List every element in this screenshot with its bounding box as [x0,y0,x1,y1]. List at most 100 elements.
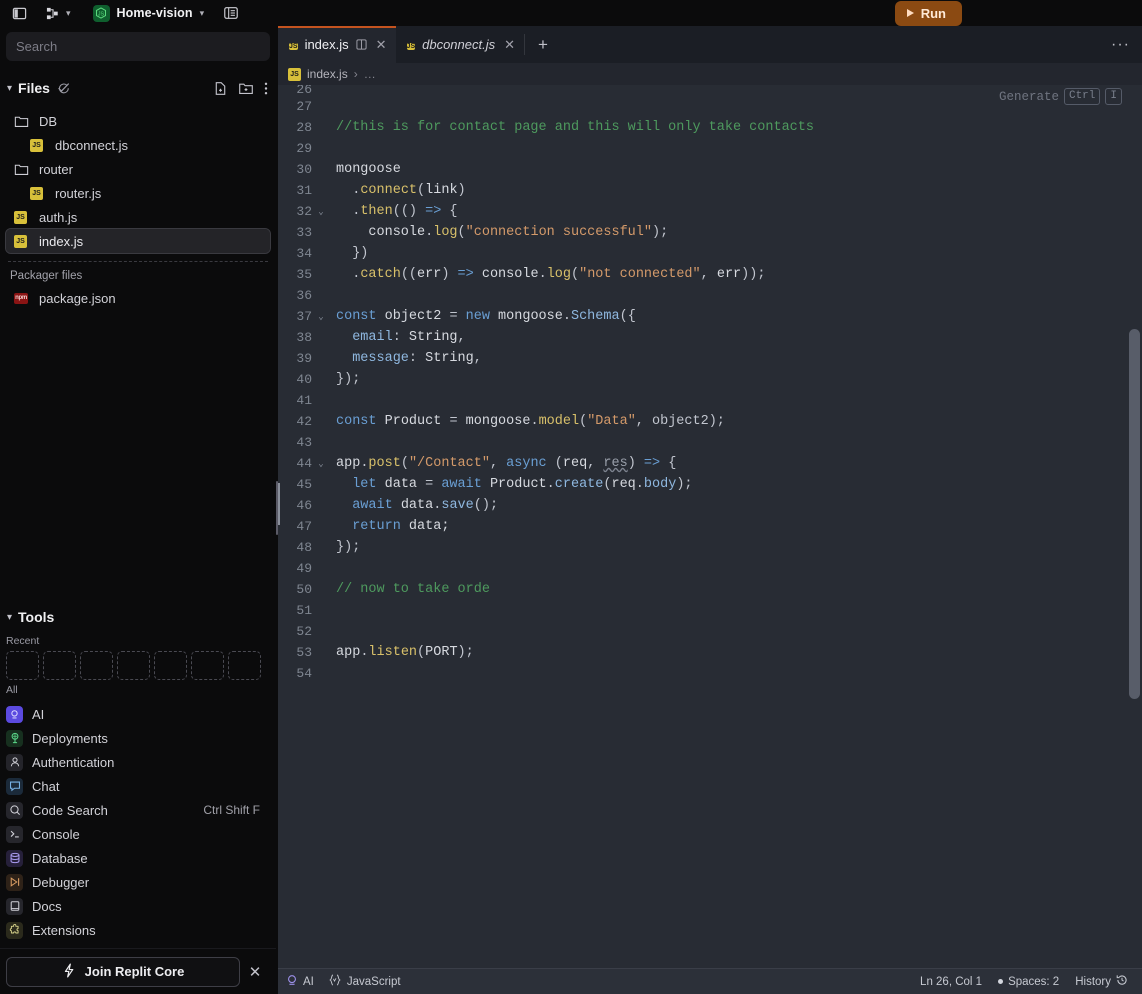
fold-chevron-icon[interactable]: ⌄ [314,459,328,469]
layout-grid-icon[interactable] [42,3,64,23]
packager-file-label: package.json [39,290,116,306]
editor-tab-dbconnect-js[interactable]: JS dbconnect.js ✕ [396,26,524,63]
file-tree-item-index-js[interactable]: JS index.js [5,228,271,254]
code-line[interactable]: 51 [278,600,1142,621]
run-button[interactable]: Run [894,0,962,26]
packager-files-label: Packager files [10,270,83,282]
file-tree-item-label: router [39,161,73,177]
packager-file-item[interactable]: npm package.json [6,286,270,310]
code-line[interactable]: 43 [278,432,1142,453]
code-line[interactable]: 53 app.listen(PORT); [278,642,1142,663]
search-input[interactable] [16,39,260,54]
code-line[interactable]: 54 [278,663,1142,684]
split-editor-icon[interactable] [356,39,367,50]
breadcrumb-file[interactable]: index.js [307,67,348,81]
status-indent[interactable]: Spaces: 2 [998,976,1059,988]
file-tree-item-router[interactable]: router [6,157,270,181]
chat-icon [6,777,23,795]
fold-chevron-icon[interactable]: ⌄ [314,207,328,217]
code-line[interactable]: 49 [278,558,1142,579]
status-language-button[interactable]: JavaScript [328,974,401,989]
file-tree-item-auth-js[interactable]: JS auth.js [6,205,270,229]
tool-item-docs[interactable]: Docs [0,894,276,918]
new-tab-button[interactable]: + [525,26,561,63]
code-line[interactable]: 52 [278,621,1142,642]
code-line[interactable]: 32 ⌄ .then(() => { [278,201,1142,222]
database-list-icon[interactable] [220,3,242,23]
code-line[interactable]: 40}); [278,369,1142,390]
code-line[interactable]: 34 }) [278,243,1142,264]
project-selector[interactable]: JS Home-vision ▾ [92,4,205,22]
npm-package-icon: npm [14,292,34,304]
recent-tool-slot[interactable] [154,651,187,680]
code-line[interactable]: 41 [278,390,1142,411]
tool-item-deployments[interactable]: Deployments [0,726,276,750]
search-box[interactable] [6,32,270,61]
database-icon [6,849,23,867]
tool-item-chat[interactable]: Chat [0,774,276,798]
code-line[interactable]: 42 const Product = mongoose.model("Data",… [278,411,1142,432]
editor-more-menu-icon[interactable]: ··· [1099,26,1142,63]
file-tree: DB JS dbconnect.js router JS router.js JS auth.… [0,109,276,254]
editor-vertical-scrollbar[interactable] [1129,329,1140,699]
code-line[interactable]: 38 email: String, [278,327,1142,348]
file-tree-item-router-js[interactable]: JS router.js [6,181,270,205]
recent-tool-slot[interactable] [6,651,39,680]
code-line[interactable]: 30 mongoose [278,159,1142,180]
close-icon[interactable]: ✕ [376,37,387,53]
code-line[interactable]: 46 await data.save(); [278,495,1142,516]
code-line[interactable]: 35 .catch((err) => console.log("not conn… [278,264,1142,285]
code-line[interactable]: 29 [278,138,1142,159]
code-line-text: let data = await Product.create(req.body… [352,477,693,492]
code-editor[interactable]: Generate Ctrl I 26 27 28 //this is for cont… [278,85,1142,968]
recent-tool-slot[interactable] [228,651,261,680]
code-line[interactable]: 50 // now to take orde [278,579,1142,600]
code-line[interactable]: 47 return data; [278,516,1142,537]
tool-item-authentication[interactable]: Authentication [0,750,276,774]
code-line[interactable]: 48}); [278,537,1142,558]
code-line[interactable]: 45 let data = await Product.create(req.b… [278,474,1142,495]
tool-item-code-search[interactable]: Code Search Ctrl Shift F [0,798,276,822]
close-icon[interactable]: ✕ [504,37,515,53]
new-file-icon[interactable] [213,81,228,96]
tool-item-label: Deployments [32,730,108,746]
status-ai-button[interactable]: AI [286,974,314,989]
new-folder-icon[interactable] [238,81,254,96]
tool-item-ai[interactable]: AI [0,702,276,726]
line-number: 31 [296,183,312,198]
status-cursor-position[interactable]: Ln 26, Col 1 [920,976,982,988]
code-line[interactable]: 33 console.log("connection successful"); [278,222,1142,243]
fold-chevron-icon[interactable]: ⌄ [314,312,328,322]
recent-tool-slot[interactable] [43,651,76,680]
status-history[interactable]: History [1075,974,1128,989]
code-line[interactable]: 37 ⌄ const object2 = new mongoose.Schema({ [278,306,1142,327]
sidebar-toggle-icon[interactable] [8,3,30,23]
close-icon[interactable]: ✕ [240,963,270,981]
line-number: 40 [296,372,312,387]
code-line[interactable]: 28 //this is for contact page and this wi… [278,117,1142,138]
code-line[interactable]: 39 message: String, [278,348,1142,369]
breadcrumb-tail[interactable]: … [364,67,376,81]
code-line[interactable]: 31 .connect(link) [278,180,1142,201]
packager-file-list: npm package.json [0,286,276,310]
recent-tools-row [0,647,276,680]
code-line[interactable]: 44 ⌄ app.post("/Contact", async (req, res)… [278,453,1142,474]
files-collapse-chevron-icon[interactable]: ▾ [7,83,12,94]
tool-item-extensions[interactable]: Extensions [0,918,276,942]
recent-tool-slot[interactable] [191,651,224,680]
editor-tab-index-js[interactable]: JS index.js ✕ [278,26,396,63]
tools-collapse-chevron-icon[interactable]: ▾ [7,612,12,623]
file-tree-item-DB[interactable]: DB [6,109,270,133]
project-chevron-down-icon[interactable]: ▾ [200,8,205,19]
generate-hint[interactable]: Generate Ctrl I [999,88,1122,105]
tool-item-debugger[interactable]: Debugger [0,870,276,894]
kebab-menu-icon[interactable] [264,81,268,96]
tool-item-console[interactable]: Console [0,822,276,846]
layout-chevron-down-icon[interactable]: ▾ [66,8,71,19]
file-tree-item-dbconnect-js[interactable]: JS dbconnect.js [6,133,270,157]
code-line[interactable]: 36 [278,285,1142,306]
join-replit-core-button[interactable]: Join Replit Core [6,956,240,987]
tool-item-database[interactable]: Database [0,846,276,870]
recent-tool-slot[interactable] [117,651,150,680]
recent-tool-slot[interactable] [80,651,113,680]
